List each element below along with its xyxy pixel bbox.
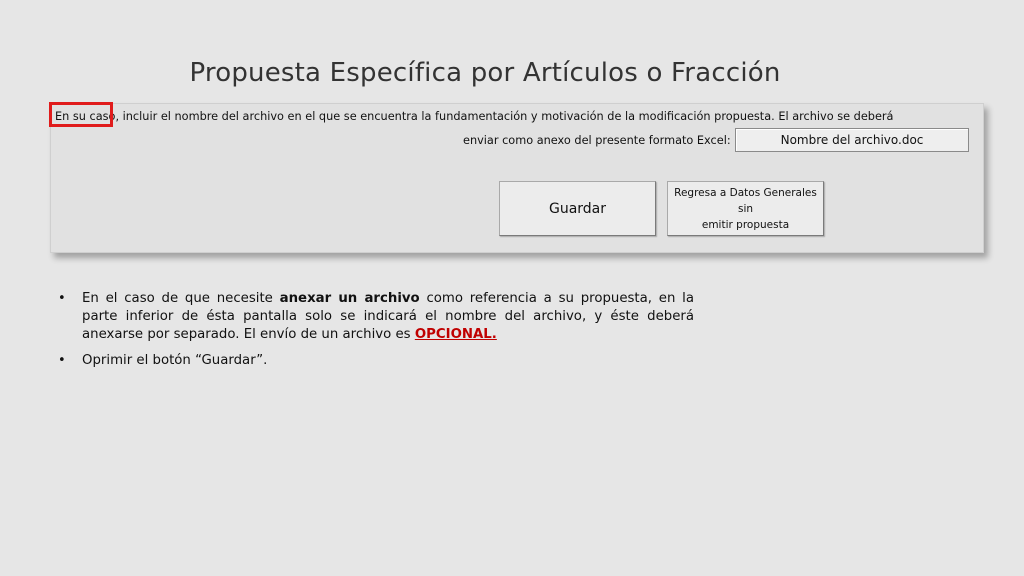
instruction-text-line2: enviar como anexo del presente formato E…: [463, 134, 731, 147]
save-button[interactable]: Guardar: [499, 181, 656, 236]
instruction-bullets: • En el caso de que necesite anexar un a…: [56, 290, 694, 378]
form-panel: En su caso, incluir el nombre del archiv…: [49, 102, 984, 253]
bullet-item-press-save: • Oprimir el botón “Guardar”.: [58, 353, 268, 368]
return-to-general-data-button[interactable]: Regresa a Datos Generales sin emitir pro…: [667, 181, 824, 236]
bullet-item-attach-file: • En el caso de que necesite anexar un a…: [58, 291, 695, 342]
filename-field[interactable]: [735, 128, 969, 152]
bullet-icon: •: [58, 291, 66, 306]
return-button-label: Regresa a Datos Generales sin emitir pro…: [674, 186, 817, 231]
slide-title: Propuesta Específica por Artículos o Fra…: [189, 58, 781, 88]
instruction-text-line1: En su caso, incluir el nombre del archiv…: [55, 110, 894, 123]
optional-label: OPCIONAL.: [414, 327, 497, 342]
bullet-icon: •: [58, 353, 66, 368]
